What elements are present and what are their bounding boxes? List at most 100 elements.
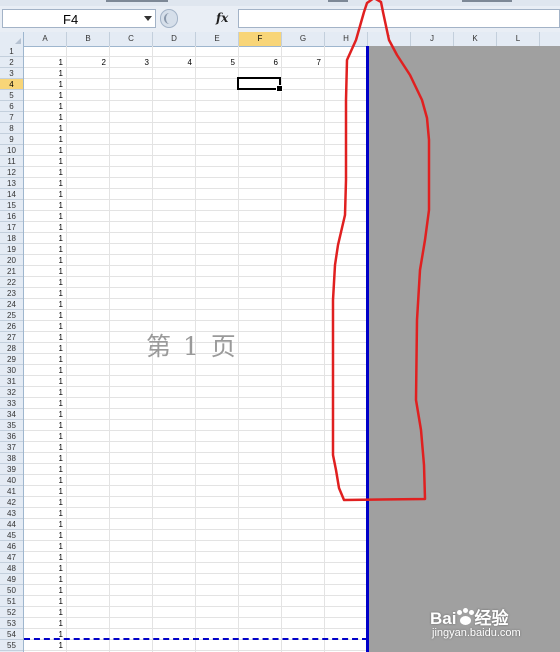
row-header-20[interactable]: 20 (0, 255, 23, 266)
row-header-16[interactable]: 16 (0, 211, 23, 222)
row-header-50[interactable]: 50 (0, 585, 23, 596)
cell-A28[interactable]: 1 (24, 344, 63, 354)
cell-A5[interactable]: 1 (24, 91, 63, 101)
cell-A54[interactable]: 1 (24, 630, 63, 640)
cell-A10[interactable]: 1 (24, 146, 63, 156)
row-header-36[interactable]: 36 (0, 431, 23, 442)
cell-A35[interactable]: 1 (24, 421, 63, 431)
row-header-51[interactable]: 51 (0, 596, 23, 607)
row-header-34[interactable]: 34 (0, 409, 23, 420)
column-header-A[interactable]: A (24, 32, 67, 46)
cell-A29[interactable]: 1 (24, 355, 63, 365)
cell-A13[interactable]: 1 (24, 179, 63, 189)
row-header-52[interactable]: 52 (0, 607, 23, 618)
row-header-8[interactable]: 8 (0, 123, 23, 134)
formula-bar-splitter[interactable] (160, 9, 178, 28)
cell-A9[interactable]: 1 (24, 135, 63, 145)
page-break-vertical[interactable] (366, 46, 369, 652)
row-header-18[interactable]: 18 (0, 233, 23, 244)
worksheet-grid[interactable]: 第 1 页 1111111111111111111111111111111111… (24, 46, 560, 652)
cell-A46[interactable]: 1 (24, 542, 63, 552)
cell-A37[interactable]: 1 (24, 443, 63, 453)
row-header-43[interactable]: 43 (0, 508, 23, 519)
row-header-32[interactable]: 32 (0, 387, 23, 398)
cell-A43[interactable]: 1 (24, 509, 63, 519)
cell-E2[interactable]: 5 (196, 58, 235, 68)
cell-A52[interactable]: 1 (24, 608, 63, 618)
cell-A2[interactable]: 1 (24, 58, 63, 68)
row-header-41[interactable]: 41 (0, 486, 23, 497)
cell-A48[interactable]: 1 (24, 564, 63, 574)
cell-A34[interactable]: 1 (24, 410, 63, 420)
column-header-E[interactable]: E (196, 32, 239, 46)
row-header-35[interactable]: 35 (0, 420, 23, 431)
cell-A25[interactable]: 1 (24, 311, 63, 321)
row-header-9[interactable]: 9 (0, 134, 23, 145)
active-cell-F4[interactable] (237, 77, 283, 92)
column-header-B[interactable]: B (67, 32, 110, 46)
column-header-L[interactable]: L (497, 32, 540, 46)
row-header-13[interactable]: 13 (0, 178, 23, 189)
cell-A17[interactable]: 1 (24, 223, 63, 233)
row-header-22[interactable]: 22 (0, 277, 23, 288)
row-header-23[interactable]: 23 (0, 288, 23, 299)
row-header-48[interactable]: 48 (0, 563, 23, 574)
cell-A8[interactable]: 1 (24, 124, 63, 134)
column-header-I[interactable]: I (368, 32, 411, 46)
cell-A18[interactable]: 1 (24, 234, 63, 244)
cell-A30[interactable]: 1 (24, 366, 63, 376)
cell-A12[interactable]: 1 (24, 168, 63, 178)
insert-function-button[interactable]: fx (216, 11, 228, 25)
row-header-54[interactable]: 54 (0, 629, 23, 640)
cell-A49[interactable]: 1 (24, 575, 63, 585)
row-header-7[interactable]: 7 (0, 112, 23, 123)
cell-A42[interactable]: 1 (24, 498, 63, 508)
cell-A33[interactable]: 1 (24, 399, 63, 409)
row-header-45[interactable]: 45 (0, 530, 23, 541)
row-header-28[interactable]: 28 (0, 343, 23, 354)
row-header-10[interactable]: 10 (0, 145, 23, 156)
cell-A26[interactable]: 1 (24, 322, 63, 332)
cell-A6[interactable]: 1 (24, 102, 63, 112)
row-header-3[interactable]: 3 (0, 68, 23, 79)
cell-A47[interactable]: 1 (24, 553, 63, 563)
row-header-40[interactable]: 40 (0, 475, 23, 486)
cell-A51[interactable]: 1 (24, 597, 63, 607)
row-header-31[interactable]: 31 (0, 376, 23, 387)
cell-A50[interactable]: 1 (24, 586, 63, 596)
row-header-1[interactable]: 1 (0, 46, 23, 57)
cell-A31[interactable]: 1 (24, 377, 63, 387)
cell-A32[interactable]: 1 (24, 388, 63, 398)
row-header-21[interactable]: 21 (0, 266, 23, 277)
row-header-6[interactable]: 6 (0, 101, 23, 112)
cell-A15[interactable]: 1 (24, 201, 63, 211)
row-header-12[interactable]: 12 (0, 167, 23, 178)
cell-B2[interactable]: 2 (67, 58, 106, 68)
column-header-H[interactable]: H (325, 32, 368, 46)
cell-A7[interactable]: 1 (24, 113, 63, 123)
cell-A21[interactable]: 1 (24, 267, 63, 277)
select-all-button[interactable] (0, 32, 24, 46)
formula-input[interactable] (238, 9, 560, 28)
row-header-42[interactable]: 42 (0, 497, 23, 508)
row-header-25[interactable]: 25 (0, 310, 23, 321)
cell-A38[interactable]: 1 (24, 454, 63, 464)
row-header-37[interactable]: 37 (0, 442, 23, 453)
column-header-J[interactable]: J (411, 32, 454, 46)
cell-C2[interactable]: 3 (110, 58, 149, 68)
cell-A41[interactable]: 1 (24, 487, 63, 497)
row-header-2[interactable]: 2 (0, 57, 23, 68)
cell-F2[interactable]: 6 (239, 58, 278, 68)
cell-A44[interactable]: 1 (24, 520, 63, 530)
row-header-47[interactable]: 47 (0, 552, 23, 563)
column-header-F[interactable]: F (239, 32, 282, 46)
name-box[interactable]: F4 (2, 9, 156, 28)
cell-A16[interactable]: 1 (24, 212, 63, 222)
row-header-38[interactable]: 38 (0, 453, 23, 464)
cell-A39[interactable]: 1 (24, 465, 63, 475)
row-header-15[interactable]: 15 (0, 200, 23, 211)
column-header-C[interactable]: C (110, 32, 153, 46)
cell-A4[interactable]: 1 (24, 80, 63, 90)
page-break-horizontal[interactable] (24, 638, 368, 640)
cell-D2[interactable]: 4 (153, 58, 192, 68)
